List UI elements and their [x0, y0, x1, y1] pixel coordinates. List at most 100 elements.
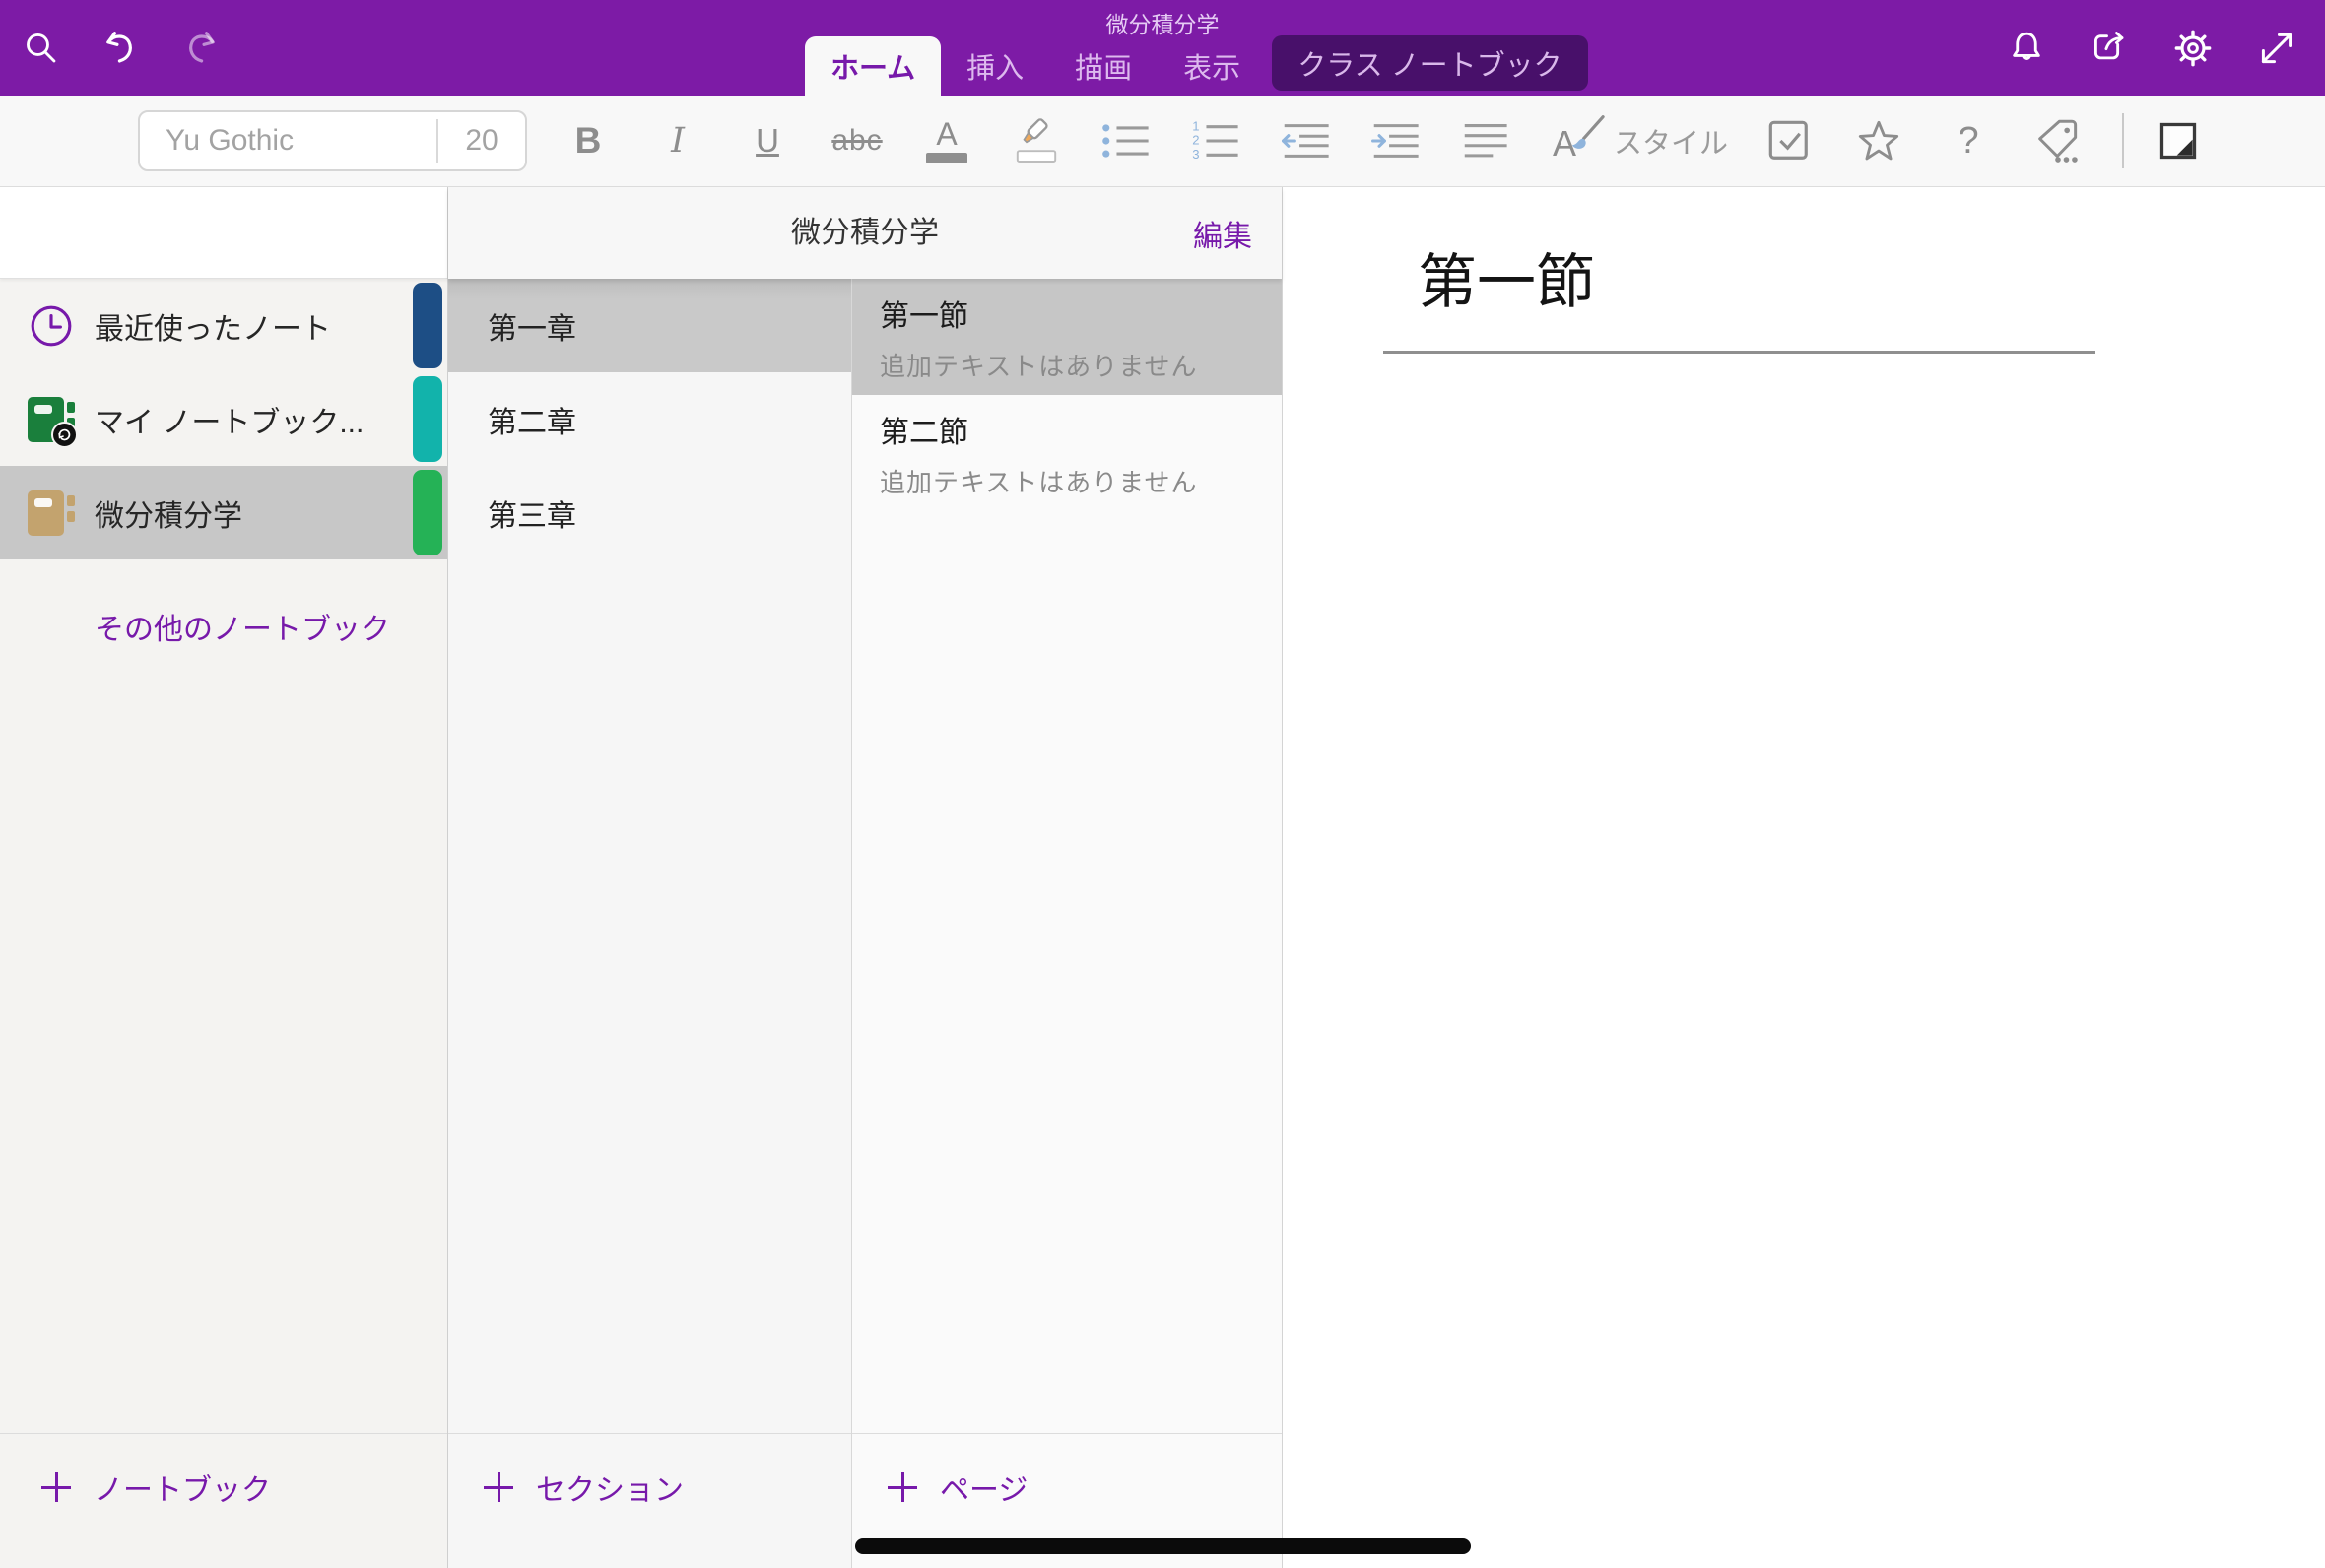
page-corner-icon — [2157, 119, 2200, 163]
strikethrough-button[interactable]: abc — [829, 96, 886, 187]
italic-button[interactable]: I — [649, 96, 706, 187]
styles-button[interactable]: A スタイル — [1553, 96, 1728, 187]
plus-icon — [888, 1472, 917, 1502]
panel-body: 第一章 第二章 第三章 セクション 第一節 追加テキストはありません 第二節 — [448, 279, 1282, 1568]
edit-button[interactable]: 編集 — [1193, 187, 1252, 279]
highlighter-icon — [1013, 117, 1060, 164]
home-indicator-bar[interactable] — [855, 1538, 1471, 1554]
page-title[interactable]: 第一節 — [1418, 234, 1595, 320]
notifications-button[interactable] — [2006, 28, 2047, 69]
format-toolbar: Yu Gothic 20 B I U abc A 1 2 3 — [0, 96, 2325, 187]
numbered-list-digit: 3 — [1192, 147, 1199, 162]
outdent-button[interactable] — [1277, 96, 1334, 187]
outdent-icon — [1280, 119, 1331, 163]
bold-button[interactable]: B — [560, 96, 617, 187]
sections-footer: セクション — [448, 1433, 851, 1568]
expand-icon — [2256, 28, 2297, 69]
notifications-bell-icon — [2006, 28, 2047, 69]
font-size-value[interactable]: 20 — [438, 124, 525, 158]
notebook-icon — [28, 490, 75, 537]
pages-list: 第一節 追加テキストはありません 第二節 追加テキストはありません ページ — [852, 279, 1282, 1568]
alignment-icon — [1460, 119, 1509, 163]
custom-tags-button[interactable] — [2029, 96, 2087, 187]
ribbon-tabs: ホーム 挿入 描画 表示 クラス ノートブック — [805, 35, 1588, 96]
share-button[interactable] — [2089, 28, 2130, 69]
plus-icon — [41, 1472, 71, 1502]
alignment-button[interactable] — [1456, 96, 1513, 187]
page-item[interactable]: 第一節 追加テキストはありません — [852, 279, 1282, 395]
plus-icon — [484, 1472, 513, 1502]
notebook-color-tab — [413, 470, 442, 555]
sections-list: 第一章 第二章 第三章 セクション — [448, 279, 852, 1568]
notebooks-sidebar: 最近使ったノート マイ ノートブック... 微分積分学 — [0, 187, 448, 1568]
styles-glyph: A — [1553, 115, 1604, 166]
expand-button[interactable] — [2256, 28, 2297, 69]
underline-button[interactable]: U — [739, 96, 796, 187]
add-notebook-button[interactable]: ノートブック — [41, 1466, 271, 1509]
tag-icon — [2034, 117, 2082, 164]
tab-insert[interactable]: 挿入 — [941, 36, 1049, 96]
notebook-panel: 微分積分学 編集 第一章 第二章 第三章 セクション 第一節 追加テキストはあり… — [448, 187, 1283, 1568]
tab-class-notebook[interactable]: クラス ノートブック — [1272, 35, 1587, 91]
sidebar-item-label: マイ ノートブック... — [95, 398, 364, 441]
numbered-list-digit: 2 — [1192, 133, 1199, 148]
notebook-title: 微分積分学 — [448, 187, 1282, 279]
page-canvas[interactable]: 第一節 — [1283, 187, 2325, 1568]
tab-home[interactable]: ホーム — [805, 36, 941, 96]
page-item[interactable]: 第二節 追加テキストはありません — [852, 395, 1282, 511]
highlighter-button[interactable] — [1008, 96, 1065, 187]
indent-button[interactable] — [1366, 96, 1424, 187]
toolbar-divider — [2122, 113, 2124, 168]
sidebar-item-my-notebook[interactable]: マイ ノートブック... — [0, 372, 447, 466]
bulleted-list-button[interactable] — [1097, 96, 1155, 187]
main-area: 最近使ったノート マイ ノートブック... 微分積分学 — [0, 187, 2325, 1568]
numbered-list-icon: 1 2 3 — [1191, 118, 1240, 163]
todo-tag-button[interactable] — [1760, 96, 1818, 187]
font-color-letter: A — [936, 119, 957, 149]
tab-draw[interactable]: 描画 — [1049, 36, 1158, 96]
share-icon — [2089, 28, 2130, 69]
settings-gear-icon — [2171, 27, 2215, 70]
indent-icon — [1369, 119, 1421, 163]
checkbox-icon — [1766, 118, 1812, 163]
other-notebooks-link[interactable]: その他のノートブック — [0, 605, 447, 648]
question-tag-button[interactable]: ? — [1940, 96, 1997, 187]
sidebar-header-box — [0, 187, 447, 279]
font-color-swatch — [926, 153, 967, 163]
top-app-bar: 微分積分学 ホーム 挿入 描画 表示 クラス ノートブック — [0, 0, 2325, 96]
sync-badge-icon — [51, 422, 78, 448]
font-picker[interactable]: Yu Gothic 20 — [138, 110, 527, 171]
page-item-subtitle: 追加テキストはありません — [880, 347, 1282, 383]
panel-header: 微分積分学 編集 — [448, 187, 1282, 279]
title-underline — [1383, 351, 2095, 354]
page-panel-toggle-button[interactable] — [2150, 96, 2207, 187]
page-item-title: 第一節 — [880, 292, 1282, 335]
notebook-color-tab — [413, 283, 442, 368]
font-color-button[interactable]: A — [918, 96, 975, 187]
font-name-value[interactable]: Yu Gothic — [140, 124, 436, 158]
sidebar-item-recent-notes[interactable]: 最近使ったノート — [0, 279, 447, 372]
page-item-subtitle: 追加テキストはありません — [880, 463, 1282, 499]
page-item-title: 第二節 — [880, 408, 1282, 451]
sidebar-footer: ノートブック — [0, 1433, 447, 1568]
add-page-button[interactable]: ページ — [888, 1466, 1028, 1509]
window-title: 微分積分学 — [0, 6, 2325, 39]
sidebar-item-label: 微分積分学 — [95, 491, 242, 535]
settings-button[interactable] — [2171, 27, 2215, 70]
bulleted-list-icon — [1101, 119, 1151, 163]
numbered-list-button[interactable]: 1 2 3 — [1187, 96, 1244, 187]
add-section-button[interactable]: セクション — [484, 1466, 684, 1509]
styles-brush-icon — [1564, 113, 1608, 157]
section-item[interactable]: 第二章 — [448, 372, 851, 466]
tab-view[interactable]: 表示 — [1158, 36, 1266, 96]
clock-icon — [28, 303, 75, 349]
sidebar-item-label: 最近使ったノート — [95, 304, 331, 348]
section-item[interactable]: 第一章 — [448, 279, 851, 372]
top-bar-right-actions — [2006, 0, 2297, 96]
star-icon — [1856, 118, 1901, 163]
notebook-color-tab — [413, 376, 442, 462]
sidebar-item-calculus[interactable]: 微分積分学 — [0, 466, 447, 559]
section-item[interactable]: 第三章 — [448, 466, 851, 559]
important-tag-button[interactable] — [1850, 96, 1907, 187]
notebook-icon — [28, 396, 75, 443]
